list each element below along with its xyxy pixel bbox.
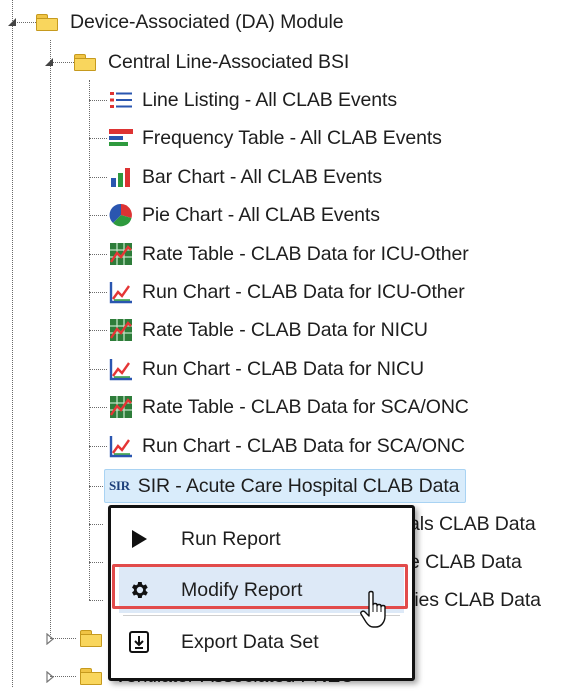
tree-label: Central Line-Associated BSI (108, 50, 350, 73)
menu-item-label: Run Report (181, 527, 281, 550)
tree-label: Line Listing - All CLAB Events (142, 88, 397, 111)
tree-node-report[interactable]: Run Chart - CLAB Data for SCA/ONC (109, 429, 465, 463)
tree-node-sir-report[interactable]: SIR SIR - Acute Care Hospital CLAB Data (104, 469, 467, 503)
menu-item-label: Export Data Set (181, 630, 319, 653)
tree-node-report[interactable]: Bar Chart - All CLAB Events (111, 160, 383, 194)
expand-arrow-icon[interactable] (44, 670, 56, 684)
folder-icon (80, 629, 102, 647)
tree-label: Bar Chart - All CLAB Events (142, 165, 383, 188)
tree-label: Frequency Table - All CLAB Events (142, 126, 442, 149)
pie-chart-icon (108, 203, 134, 227)
tree-node-report[interactable]: Run Chart - CLAB Data for ICU-Other (109, 275, 465, 309)
rate-table-icon (108, 395, 134, 419)
tree-node-clab-folder[interactable]: Central Line-Associated BSI (38, 45, 349, 79)
expand-arrow-icon[interactable] (44, 632, 56, 646)
tree-line-clab-children (89, 80, 90, 600)
tree-line-report (89, 446, 107, 447)
download-icon (119, 630, 159, 654)
folder-icon (36, 13, 58, 31)
tree-label: SIR - Acute Care Hospital CLAB Data (137, 474, 460, 497)
tree-line-partial (89, 600, 103, 601)
tree-node-partial-2[interactable]: e CLAB Data (409, 545, 522, 579)
tree-line-report (89, 407, 107, 408)
tree-line-report (89, 330, 107, 331)
collapse-arrow-icon[interactable] (42, 55, 56, 69)
tree-line-sir (89, 486, 103, 487)
run-report-menu-item[interactable]: Run Report (119, 516, 404, 562)
tree-line-root (12, 0, 13, 687)
tree-node-report[interactable]: Rate Table - CLAB Data for SCA/ONC (110, 390, 469, 424)
tree-node-partial-3[interactable]: ties CLAB Data (409, 583, 541, 617)
tree-label: Rate Table - CLAB Data for SCA/ONC (142, 395, 469, 418)
run-chart-icon (108, 357, 134, 381)
tree-node-partial-1[interactable]: als CLAB Data (409, 507, 536, 541)
tree-label: Pie Chart - All CLAB Events (142, 203, 380, 226)
tree-line-report (89, 100, 107, 101)
tree-line-report (89, 292, 107, 293)
selected-row-highlight[interactable]: SIR SIR - Acute Care Hospital CLAB Data (104, 469, 467, 503)
line-listing-icon (108, 88, 134, 112)
frequency-table-icon (108, 126, 134, 150)
tree-label: Device-Associated (DA) Module (70, 10, 344, 33)
rate-table-icon (108, 318, 134, 342)
play-icon (119, 529, 159, 549)
tree-label: Run Chart - CLAB Data for ICU-Other (142, 280, 465, 303)
tree-node-report[interactable]: Line Listing - All CLAB Events (110, 83, 397, 117)
tree-line-report (89, 254, 107, 255)
tree-node-da-module[interactable]: Device-Associated (DA) Module (0, 5, 344, 39)
collapse-arrow-icon[interactable] (5, 15, 19, 29)
menu-separator (123, 615, 400, 616)
folder-icon (80, 667, 102, 685)
tree-label: als CLAB Data (409, 512, 536, 535)
run-chart-icon (108, 280, 134, 304)
tree-node-report[interactable]: Pie Chart - All CLAB Events (109, 198, 380, 232)
tree-label: e CLAB Data (409, 550, 522, 573)
tree-line-report (89, 215, 107, 216)
tree-line-partial (89, 524, 103, 525)
tree-node-hidden-folder[interactable] (44, 621, 114, 655)
rate-table-icon (108, 242, 134, 266)
tree-node-report[interactable]: Rate Table - CLAB Data for ICU-Other (110, 237, 469, 271)
tree-label: ties CLAB Data (409, 588, 541, 611)
tree-label: Run Chart - CLAB Data for SCA/ONC (142, 434, 465, 457)
tree-node-report[interactable]: Run Chart - CLAB Data for NICU (109, 352, 425, 386)
sir-icon: SIR (109, 478, 130, 493)
tree-node-report[interactable]: Frequency Table - All CLAB Events (109, 121, 442, 155)
tree-label: Rate Table - CLAB Data for NICU (142, 318, 428, 341)
tree-label: Run Chart - CLAB Data for NICU (142, 357, 425, 380)
run-chart-icon (108, 434, 134, 458)
tree-line-report (89, 138, 107, 139)
tree-line-report (89, 177, 107, 178)
tree-line-report (89, 369, 107, 370)
tree-line-da-children (50, 40, 51, 635)
hand-cursor-icon (360, 590, 390, 630)
tree-node-report[interactable]: Rate Table - CLAB Data for NICU (110, 313, 428, 347)
tree-label: Rate Table - CLAB Data for ICU-Other (142, 242, 469, 265)
tree-line-partial (89, 562, 103, 563)
folder-icon (74, 53, 96, 71)
bar-chart-icon (108, 165, 134, 189)
